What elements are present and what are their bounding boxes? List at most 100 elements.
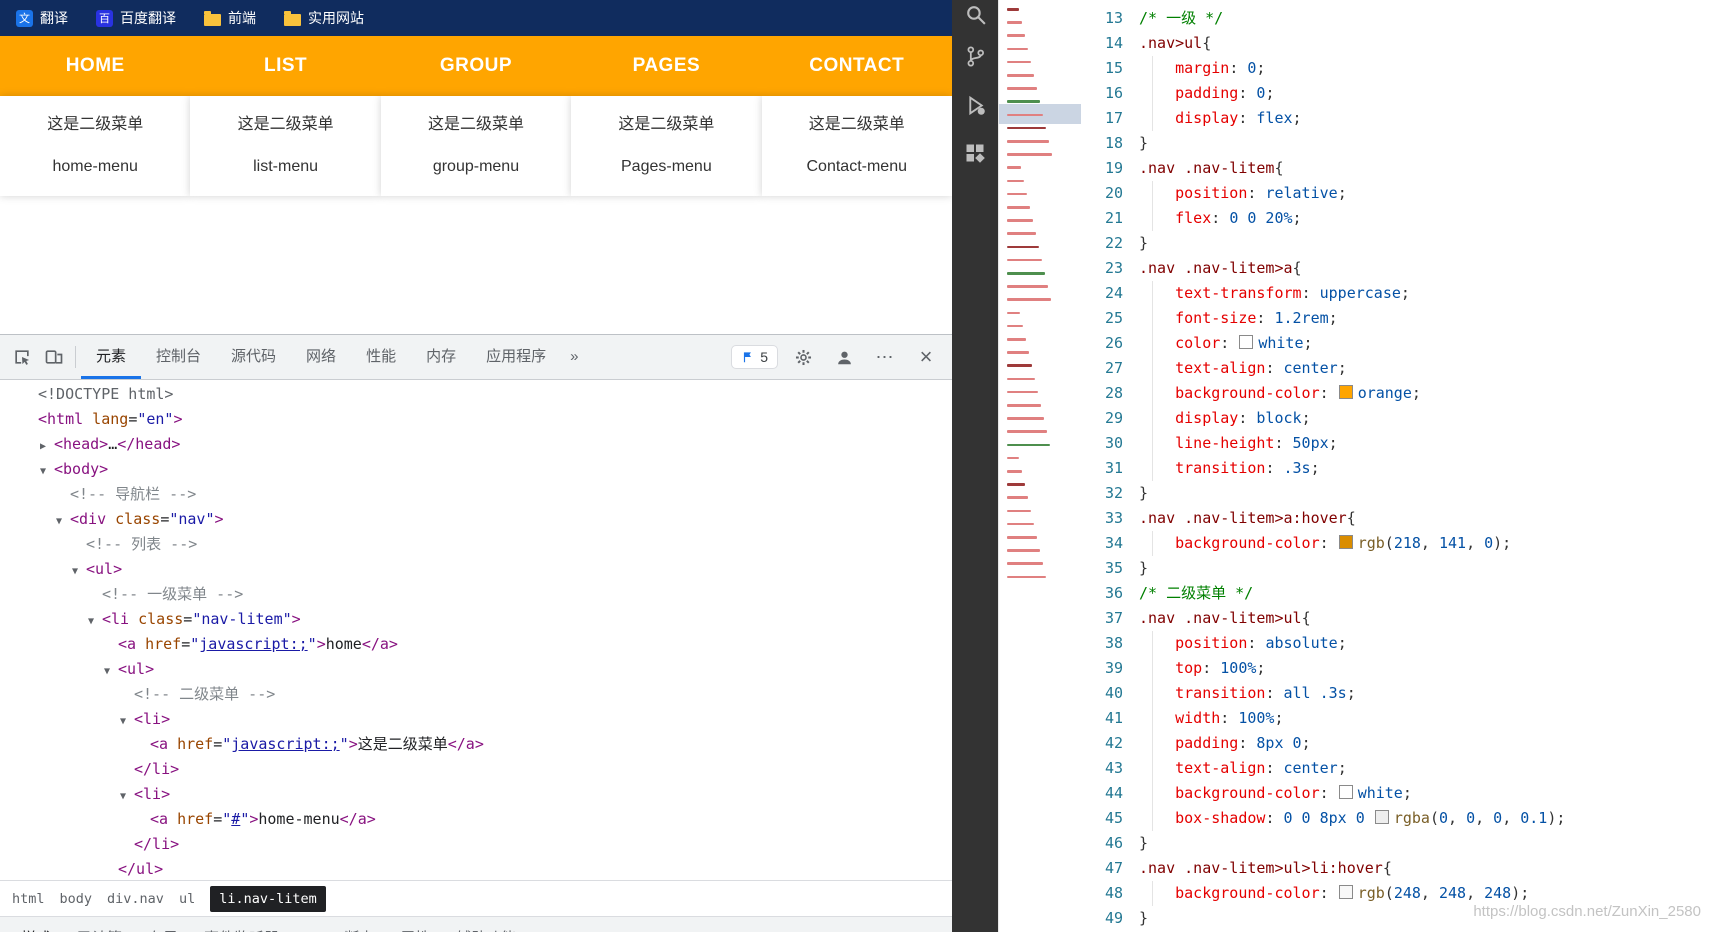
tree-node[interactable]: <!DOCTYPE html>: [0, 383, 952, 408]
devtools-tab[interactable]: 控制台: [141, 335, 216, 379]
breadcrumb-item[interactable]: ul: [179, 891, 195, 907]
submenu-item[interactable]: 这是二级菜单: [0, 104, 190, 146]
syntax-token: ;: [1328, 309, 1338, 327]
submenu-item[interactable]: 这是二级菜单: [762, 104, 952, 146]
minimap[interactable]: [998, 0, 1081, 932]
breadcrumb-item[interactable]: li.nav-litem: [210, 885, 326, 912]
bookmark-item[interactable]: 前端: [204, 8, 256, 28]
styles-tab[interactable]: 布局: [135, 917, 191, 932]
nav-item-pages[interactable]: PAGES: [571, 36, 761, 96]
devtools-tab[interactable]: 内存: [411, 335, 471, 379]
nav-item-contact[interactable]: CONTACT: [762, 36, 952, 96]
color-swatch[interactable]: [1338, 785, 1353, 799]
nav-item-home[interactable]: HOME: [0, 36, 190, 96]
breadcrumb-item[interactable]: html: [12, 891, 45, 907]
styles-tab[interactable]: DOM 断点: [292, 917, 387, 932]
devtools-tab[interactable]: 源代码: [216, 335, 291, 379]
syntax-token: [1139, 84, 1175, 102]
nav-item-list[interactable]: LIST: [190, 36, 380, 96]
tree-node[interactable]: ▼ <li>: [0, 708, 952, 733]
kebab-menu-icon[interactable]: ⋯: [869, 340, 901, 374]
tree-node[interactable]: </li>: [0, 758, 952, 783]
arrow-spacer: [136, 811, 150, 833]
expand-arrow-icon[interactable]: ▼: [40, 461, 54, 483]
run-debug-icon[interactable]: [952, 85, 998, 125]
submenu-item[interactable]: Contact-menu: [762, 146, 952, 188]
expand-arrow-icon[interactable]: ▼: [88, 611, 102, 633]
devtools-tab[interactable]: 性能: [351, 335, 411, 379]
syntax-token: href: [136, 635, 182, 653]
color-swatch[interactable]: [1374, 810, 1389, 824]
tree-node[interactable]: ▼ <ul>: [0, 658, 952, 683]
device-toolbar-icon[interactable]: [38, 340, 70, 374]
issues-badge[interactable]: 5: [731, 345, 778, 369]
color-swatch[interactable]: [1239, 335, 1254, 349]
color-swatch[interactable]: [1338, 385, 1353, 399]
syntax-token: ,: [1420, 534, 1439, 552]
styles-tab[interactable]: 已计算: [64, 917, 135, 932]
search-icon[interactable]: [952, 0, 998, 34]
code-line: }: [1139, 231, 1717, 256]
code-editor[interactable]: 13 14 15 16 17 18 19 20 21 22 23 24 25 26 27 28 29 30 31 32…: [1081, 0, 1717, 932]
translate-icon: 文: [16, 9, 33, 27]
tree-node[interactable]: <html lang="en">: [0, 408, 952, 433]
inspect-icon[interactable]: [6, 340, 38, 374]
bookmark-item[interactable]: 文翻译: [16, 8, 68, 28]
expand-arrow-icon[interactable]: ▼: [104, 661, 118, 683]
code-line: /* 一级 */: [1139, 6, 1717, 31]
syntax-token: );: [1547, 809, 1566, 827]
profile-icon[interactable]: [828, 340, 860, 374]
expand-arrow-icon[interactable]: ▼: [72, 561, 86, 583]
styles-tab[interactable]: 事件监听器: [191, 917, 292, 932]
submenu-item[interactable]: 这是二级菜单: [571, 104, 761, 146]
devtools-tab[interactable]: 应用程序: [471, 335, 561, 379]
submenu-item[interactable]: home-menu: [0, 146, 190, 188]
tree-node[interactable]: ▼ <ul>: [0, 558, 952, 583]
tree-node[interactable]: <a href="#">home-menu</a>: [0, 808, 952, 833]
styles-tab[interactable]: 属性: [387, 917, 443, 932]
tree-node[interactable]: <a href="javascript:;">这是二级菜单</a>: [0, 733, 952, 758]
tree-node[interactable]: <!-- 一级菜单 -->: [0, 583, 952, 608]
settings-gear-icon[interactable]: [787, 340, 819, 374]
tree-node[interactable]: <!-- 列表 -->: [0, 533, 952, 558]
breadcrumb-item[interactable]: body: [60, 891, 93, 907]
devtools-tab[interactable]: 网络: [291, 335, 351, 379]
tree-node[interactable]: ▼ <div class="nav">: [0, 508, 952, 533]
syntax-token: [1139, 59, 1175, 77]
expand-arrow-icon[interactable]: ▼: [120, 711, 134, 733]
tree-node[interactable]: ▼ <li>: [0, 783, 952, 808]
tree-node[interactable]: <!-- 二级菜单 -->: [0, 683, 952, 708]
more-tabs-icon[interactable]: »: [561, 335, 587, 379]
line-number: 40: [1104, 684, 1123, 702]
line-number: 38: [1104, 634, 1123, 652]
submenu-item[interactable]: Pages-menu: [571, 146, 761, 188]
tree-node[interactable]: ▼ <body>: [0, 458, 952, 483]
submenu-item[interactable]: 这是二级菜单: [381, 104, 571, 146]
close-icon[interactable]: ×: [910, 340, 942, 374]
extensions-icon[interactable]: [952, 133, 998, 173]
color-swatch[interactable]: [1338, 535, 1353, 549]
submenu-item[interactable]: 这是二级菜单: [190, 104, 380, 146]
submenu-item[interactable]: group-menu: [381, 146, 571, 188]
tree-node[interactable]: ▼ <li class="nav-litem">: [0, 608, 952, 633]
syntax-token: ;: [1292, 109, 1302, 127]
tree-node[interactable]: </li>: [0, 833, 952, 858]
source-control-icon[interactable]: [952, 36, 998, 76]
expand-arrow-icon[interactable]: ▼: [120, 786, 134, 808]
bookmark-item[interactable]: 百百度翻译: [96, 8, 176, 28]
breadcrumb-item[interactable]: div.nav: [107, 891, 164, 907]
expand-arrow-icon[interactable]: ▼: [56, 511, 70, 533]
color-swatch[interactable]: [1338, 885, 1353, 899]
tree-node[interactable]: <a href="javascript:;">home</a>: [0, 633, 952, 658]
bookmark-item[interactable]: 实用网站: [284, 8, 364, 28]
styles-tab[interactable]: 样式: [8, 917, 64, 932]
submenu-item[interactable]: list-menu: [190, 146, 380, 188]
tree-node[interactable]: </ul>: [0, 858, 952, 880]
tree-node[interactable]: ▶ <head>…</head>: [0, 433, 952, 458]
devtools-tab[interactable]: 元素: [81, 335, 141, 379]
nav-item-group[interactable]: GROUP: [381, 36, 571, 96]
tree-node[interactable]: <!-- 导航栏 -->: [0, 483, 952, 508]
styles-tab[interactable]: 辅助功能: [443, 917, 529, 932]
syntax-token: .nav .nav-litem>ul: [1139, 609, 1302, 627]
expand-arrow-icon[interactable]: ▶: [40, 436, 54, 458]
